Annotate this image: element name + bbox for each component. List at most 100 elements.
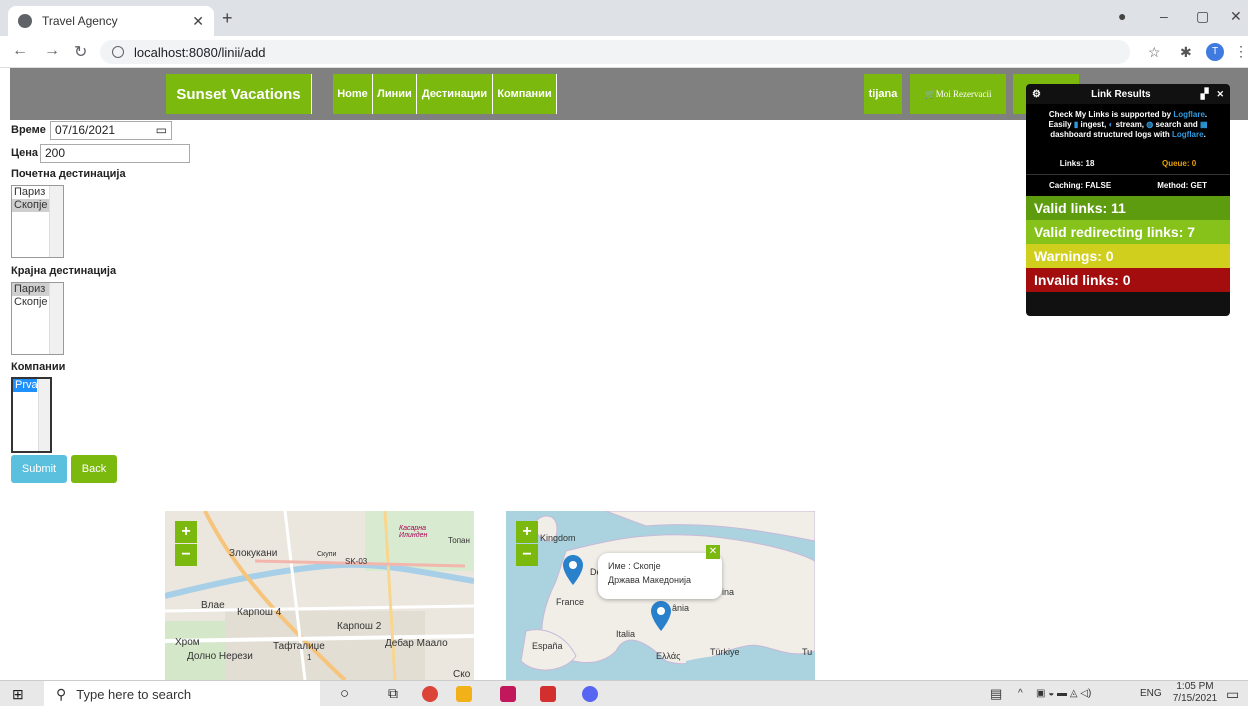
back-arrow-icon[interactable]: ← <box>12 42 28 60</box>
map-label: Italia <box>616 629 636 639</box>
map-label: ina <box>722 587 735 597</box>
map-label: Злокукани <box>229 548 278 559</box>
close-icon[interactable]: ✕ <box>1216 89 1224 100</box>
redirecting-links-bar[interactable]: Valid redirecting links: 7 <box>1026 220 1230 244</box>
language-indicator[interactable]: ENG <box>1140 688 1162 699</box>
file-explorer-icon[interactable] <box>456 686 472 702</box>
companies-label: Компании <box>11 361 66 373</box>
start-destination-label: Почетна дестинација <box>11 168 126 180</box>
map-europe[interactable]: + − Kingdom Deu France Italia España Ελλ… <box>506 511 815 680</box>
info-icon <box>112 46 124 58</box>
extensions-icon[interactable]: ✱ <box>1180 44 1192 61</box>
url-text: localhost:8080/linii/add <box>134 44 266 60</box>
record-icon[interactable]: ● <box>1118 8 1126 24</box>
tab-title: Travel Agency <box>42 14 118 28</box>
price-input[interactable]: 200 <box>40 144 190 163</box>
map-label: ânia <box>672 603 690 613</box>
scrollbar[interactable] <box>38 379 50 451</box>
scrollbar[interactable] <box>49 186 63 257</box>
star-icon[interactable]: ☆ <box>1148 44 1161 61</box>
map-label: Türkiye <box>710 647 740 657</box>
ingest-icon: ▮ <box>1073 120 1079 129</box>
panel-header: ⚙ Link Results ▞ ✕ <box>1026 84 1230 104</box>
task-view-icon[interactable]: ⧉ <box>388 685 398 702</box>
new-tab-icon[interactable]: + <box>222 8 233 29</box>
window-close-icon[interactable]: ✕ <box>1230 8 1242 25</box>
warnings-bar[interactable]: Warnings: 0 <box>1026 244 1230 268</box>
queue-count: Queue: 0 <box>1161 158 1197 168</box>
time-input[interactable]: 07/16/2021 ▭ <box>50 121 172 140</box>
map-label: 1 <box>307 653 312 662</box>
brand-link[interactable]: Sunset Vacations <box>166 74 312 114</box>
map-label: Дебар Маало <box>385 638 448 649</box>
tray-icons[interactable]: ▣ ◒ ▬ ◬ ◁) <box>1036 688 1091 699</box>
gear-icon[interactable]: ⚙ <box>1032 89 1041 100</box>
intellij-icon[interactable] <box>500 686 516 702</box>
chrome-icon[interactable] <box>422 686 438 702</box>
maximize-icon[interactable]: ▢ <box>1196 8 1209 25</box>
start-destination-select[interactable]: Париз Скопје <box>11 185 64 258</box>
notifications-icon[interactable]: ▭ <box>1226 686 1239 703</box>
panel-settings-row: Caching: FALSE Method: GET <box>1026 174 1230 196</box>
method-status: Method: GET <box>1157 181 1207 190</box>
nav-linii[interactable]: Линии <box>373 74 417 114</box>
reload-icon[interactable]: ↻ <box>74 42 87 62</box>
nav-kompanii[interactable]: Компании <box>493 74 557 114</box>
url-field[interactable]: localhost:8080/linii/add <box>100 40 1130 64</box>
back-button[interactable]: Back <box>71 455 117 483</box>
acrobat-icon[interactable] <box>540 686 556 702</box>
popup-close-icon[interactable]: ✕ <box>706 545 720 559</box>
companies-select[interactable]: Prva <box>11 377 52 453</box>
windows-start-icon[interactable]: ⊞ <box>12 686 24 703</box>
calendar-icon[interactable]: ▭ <box>156 123 167 137</box>
map-label: Хром <box>175 637 200 648</box>
zoom-in-button[interactable]: + <box>516 521 538 543</box>
list-item[interactable]: Prva <box>13 379 38 392</box>
avatar[interactable]: T <box>1206 43 1224 61</box>
map-skopje[interactable]: + − Злокукани Скупи SK-03 Касарна Илинде… <box>165 511 474 680</box>
zoom-in-button[interactable]: + <box>175 521 197 543</box>
forward-arrow-icon[interactable]: → <box>44 42 60 60</box>
minimize-icon[interactable]: – <box>1160 8 1168 24</box>
scrollbar[interactable] <box>49 283 63 354</box>
map-popup: Име : Скопје Држава Македонија <box>598 553 722 599</box>
submit-button[interactable]: Submit <box>11 455 67 483</box>
menu-kebab-icon[interactable]: ⋮ <box>1234 43 1248 60</box>
cart-icon: 🛒 <box>924 88 936 99</box>
map-label: SK-03 <box>345 557 368 566</box>
invalid-links-bar[interactable]: Invalid links: 0 <box>1026 268 1230 292</box>
map-label: Карпош 4 <box>237 607 282 618</box>
tray-chevron-icon[interactable]: ^ <box>1018 688 1023 699</box>
price-label: Цена <box>11 147 39 159</box>
end-destination-select[interactable]: Париз Скопје <box>11 282 64 355</box>
caching-status: Caching: FALSE <box>1048 181 1112 190</box>
browser-tabbar: Travel Agency ✕ + ● – ▢ ✕ <box>0 0 1248 36</box>
dashboard-icon: ▦ <box>1199 120 1208 129</box>
discord-icon[interactable] <box>582 686 598 702</box>
stream-icon: ◐ <box>1108 120 1114 129</box>
news-icon[interactable]: ▤ <box>990 686 1002 702</box>
map-label: Топан <box>448 536 470 545</box>
nav-home[interactable]: Home <box>333 74 373 114</box>
reservations-label: Moi Rezervacii <box>935 89 992 99</box>
popout-icon[interactable]: ▞ <box>1201 89 1209 100</box>
user-link[interactable]: tijana <box>864 74 902 114</box>
valid-links-bar[interactable]: Valid links: 11 <box>1026 196 1230 220</box>
map-marker-icon[interactable] <box>651 601 671 631</box>
time-label: Време <box>11 124 46 136</box>
panel-title: Link Results <box>1091 88 1151 100</box>
map-label: Влае <box>201 600 225 611</box>
zoom-out-button[interactable]: − <box>516 544 538 566</box>
map-label: España <box>532 641 563 651</box>
close-icon[interactable]: ✕ <box>192 13 204 30</box>
clock[interactable]: 1:05 PM 7/15/2021 <box>1170 681 1220 705</box>
browser-tab[interactable]: Travel Agency ✕ <box>8 6 214 36</box>
map-label: Долно Нерези <box>187 651 253 662</box>
end-destination-label: Крајна дестинација <box>11 265 117 277</box>
map-marker-icon[interactable] <box>563 555 583 585</box>
cortana-icon[interactable]: ○ <box>340 685 349 702</box>
nav-destinacii[interactable]: Дестинации <box>417 74 493 114</box>
reservations-link[interactable]: 🛒 Moi Rezervacii <box>910 74 1006 114</box>
taskbar-search[interactable]: ⚲ Type here to search <box>44 681 320 707</box>
zoom-out-button[interactable]: − <box>175 544 197 566</box>
